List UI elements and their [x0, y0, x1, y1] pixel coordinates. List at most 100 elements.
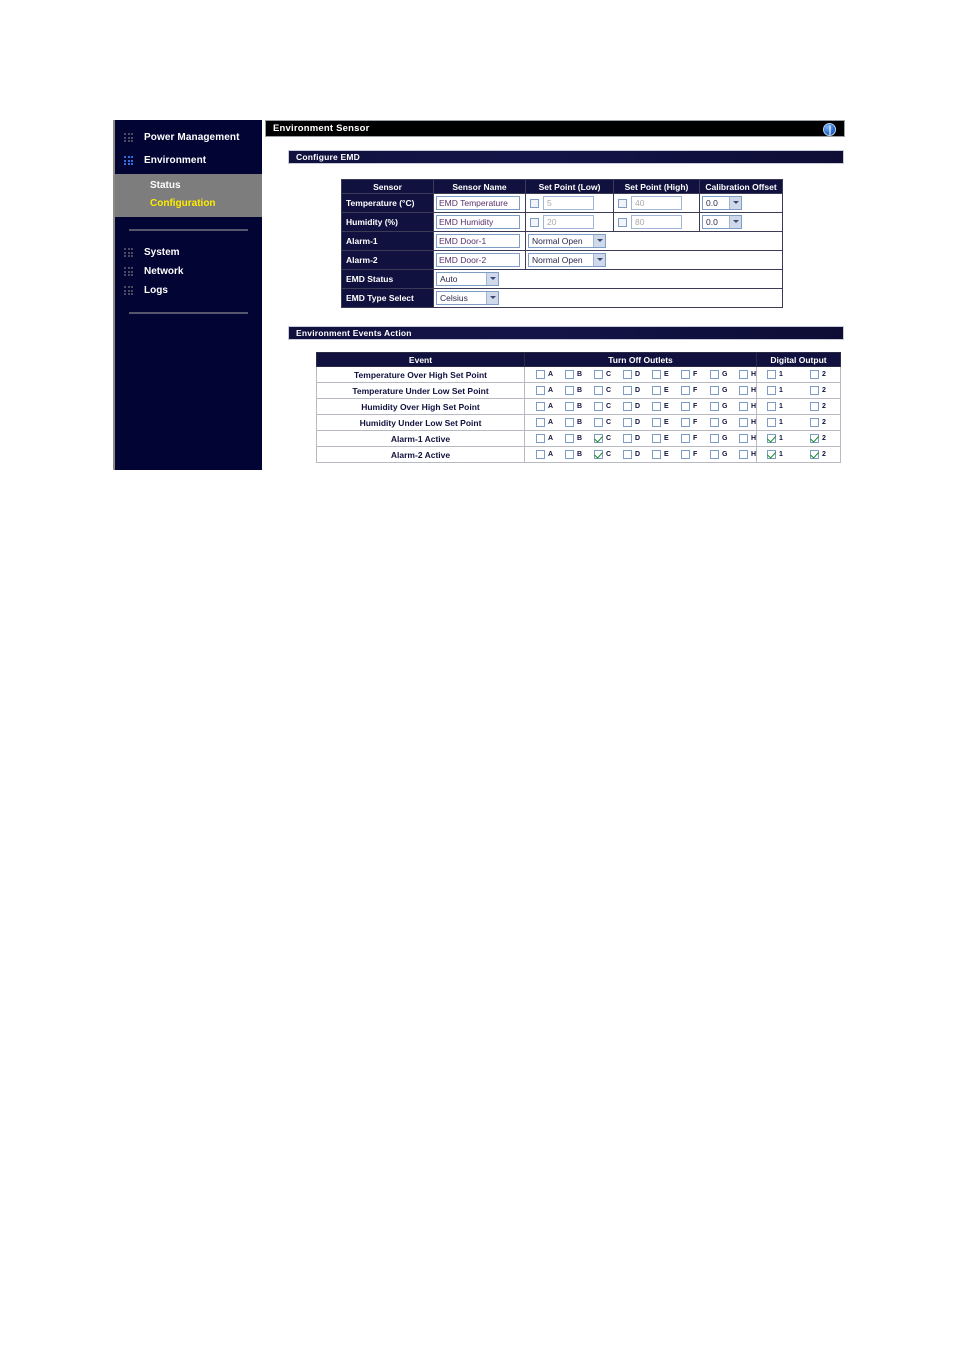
outlet-checkbox-f[interactable]: F — [681, 434, 710, 443]
outlet-checkbox-e[interactable]: E — [652, 418, 681, 427]
digital-output-checkbox-1[interactable]: 1 — [767, 434, 810, 443]
outlet-checkbox-f[interactable]: F — [681, 418, 710, 427]
outlet-checkbox-a[interactable]: A — [536, 386, 565, 395]
outlet-checkbox-f[interactable]: F — [681, 450, 710, 459]
sidebar-item-logs[interactable]: Logs — [115, 281, 262, 300]
checkbox-icon — [681, 450, 690, 459]
row-label-emd-status: EMD Status — [341, 269, 434, 289]
outlet-checkbox-h[interactable]: H — [739, 370, 768, 379]
outlet-checkbox-d[interactable]: D — [623, 402, 652, 411]
outlet-checkbox-a[interactable]: A — [536, 434, 565, 443]
outlet-checkbox-a[interactable]: A — [536, 418, 565, 427]
calibration-offset-select-humidity[interactable]: 0.0 — [702, 214, 742, 229]
outlet-checkbox-c[interactable]: C — [594, 418, 623, 427]
outlet-checkbox-b[interactable]: B — [565, 450, 594, 459]
outlets-cell: A B C D E F G H — [524, 430, 757, 447]
sidebar-item-power-management[interactable]: Power Management — [115, 126, 262, 149]
digital-output-checkbox-2[interactable]: 2 — [810, 434, 853, 443]
outlet-checkbox-e[interactable]: E — [652, 386, 681, 395]
outlet-checkbox-c[interactable]: C — [594, 370, 623, 379]
digital-output-label: 2 — [822, 403, 826, 410]
emd-status-select[interactable]: Auto — [436, 271, 499, 286]
outlet-checkbox-b[interactable]: B — [565, 418, 594, 427]
emd-type-select[interactable]: Celsius — [436, 290, 499, 305]
sidebar-item-environment[interactable]: Environment — [115, 149, 262, 172]
checkbox-icon — [767, 418, 776, 427]
sidebar-item-configuration[interactable]: Configuration — [115, 195, 262, 213]
alarm-mode-select-alarm-1[interactable]: Normal Open — [528, 233, 606, 248]
high-enable-checkbox-humidity[interactable] — [618, 217, 627, 227]
outlet-checkbox-h[interactable]: H — [739, 434, 768, 443]
high-value-input-humidity[interactable]: 80 — [631, 215, 682, 229]
outlet-checkbox-a[interactable]: A — [536, 402, 565, 411]
sensor-name-input-temperature[interactable]: EMD Temperature — [436, 195, 520, 210]
chevron-down-icon — [593, 253, 605, 266]
digital-output-checkbox-1[interactable]: 1 — [767, 370, 810, 379]
outlet-checkbox-b[interactable]: B — [565, 402, 594, 411]
outlet-checkbox-g[interactable]: G — [710, 386, 739, 395]
sensor-name-input-alarm-1[interactable]: EMD Door-1 — [436, 233, 520, 248]
sidebar-item-network[interactable]: Network — [115, 262, 262, 281]
digital-output-checkbox-1[interactable]: 1 — [767, 418, 810, 427]
outlet-checkbox-d[interactable]: D — [623, 434, 652, 443]
grid-dots-icon — [124, 156, 133, 165]
sensor-name-input-humidity[interactable]: EMD Humidity — [436, 214, 520, 229]
outlet-checkbox-b[interactable]: B — [565, 370, 594, 379]
digital-output-checkbox-2[interactable]: 2 — [810, 370, 853, 379]
sidebar-item-status[interactable]: Status — [115, 177, 262, 195]
calibration-offset-select-temperature[interactable]: 0.0 — [702, 195, 742, 210]
outlet-checkbox-h[interactable]: H — [739, 402, 768, 411]
outlet-label: D — [635, 451, 641, 458]
high-value-input-temperature[interactable]: 40 — [631, 196, 682, 210]
digital-output-checkbox-2[interactable]: 2 — [810, 450, 853, 459]
outlet-checkbox-b[interactable]: B — [565, 434, 594, 443]
outlet-checkbox-e[interactable]: E — [652, 450, 681, 459]
digital-output-checkbox-2[interactable]: 2 — [810, 418, 853, 427]
outlet-checkbox-a[interactable]: A — [536, 450, 565, 459]
outlet-checkbox-d[interactable]: D — [623, 370, 652, 379]
outlet-checkbox-c[interactable]: C — [594, 450, 623, 459]
outlet-checkbox-d[interactable]: D — [623, 386, 652, 395]
help-globe-icon[interactable] — [823, 123, 836, 136]
outlet-checkbox-c[interactable]: C — [594, 402, 623, 411]
sidebar-item-system[interactable]: System — [115, 243, 262, 262]
outlet-checkbox-e[interactable]: E — [652, 402, 681, 411]
outlet-checkbox-e[interactable]: E — [652, 370, 681, 379]
outlet-checkbox-e[interactable]: E — [652, 434, 681, 443]
outlet-checkbox-c[interactable]: C — [594, 386, 623, 395]
outlet-checkbox-h[interactable]: H — [739, 450, 768, 459]
high-enable-checkbox-temperature[interactable] — [618, 198, 627, 208]
outlet-checkbox-a[interactable]: A — [536, 370, 565, 379]
low-value-input-humidity[interactable]: 20 — [543, 215, 594, 229]
digital-output-checkbox-1[interactable]: 1 — [767, 402, 810, 411]
low-enable-checkbox-humidity[interactable] — [530, 217, 539, 227]
outlet-checkbox-g[interactable]: G — [710, 418, 739, 427]
outlet-label: H — [751, 451, 757, 458]
cell-calibration-temperature: 0.0 — [699, 193, 783, 213]
outlet-checkbox-g[interactable]: G — [710, 370, 739, 379]
checkbox-icon — [565, 402, 574, 411]
outlet-checkbox-b[interactable]: B — [565, 386, 594, 395]
sensor-name-input-alarm-2[interactable]: EMD Door-2 — [436, 252, 520, 267]
outlet-checkbox-c[interactable]: C — [594, 434, 623, 443]
outlet-checkbox-g[interactable]: G — [710, 434, 739, 443]
outlet-checkbox-h[interactable]: H — [739, 386, 768, 395]
digital-output-checkbox-1[interactable]: 1 — [767, 386, 810, 395]
outlet-checkbox-g[interactable]: G — [710, 450, 739, 459]
digital-output-label: 2 — [822, 419, 826, 426]
checkbox-icon — [623, 450, 632, 459]
digital-output-checkbox-1[interactable]: 1 — [767, 450, 810, 459]
low-value-input-temperature[interactable]: 5 — [543, 196, 594, 210]
outlet-checkbox-f[interactable]: F — [681, 402, 710, 411]
digital-output-checkbox-2[interactable]: 2 — [810, 402, 853, 411]
alarm-mode-select-alarm-2[interactable]: Normal Open — [528, 252, 606, 267]
digital-output-checkbox-2[interactable]: 2 — [810, 386, 853, 395]
outlet-checkbox-g[interactable]: G — [710, 402, 739, 411]
sidebar-divider-bottom — [129, 312, 248, 314]
low-enable-checkbox-temperature[interactable] — [530, 198, 539, 208]
outlet-checkbox-d[interactable]: D — [623, 418, 652, 427]
outlet-checkbox-f[interactable]: F — [681, 370, 710, 379]
outlet-checkbox-h[interactable]: H — [739, 418, 768, 427]
outlet-checkbox-f[interactable]: F — [681, 386, 710, 395]
outlet-checkbox-d[interactable]: D — [623, 450, 652, 459]
